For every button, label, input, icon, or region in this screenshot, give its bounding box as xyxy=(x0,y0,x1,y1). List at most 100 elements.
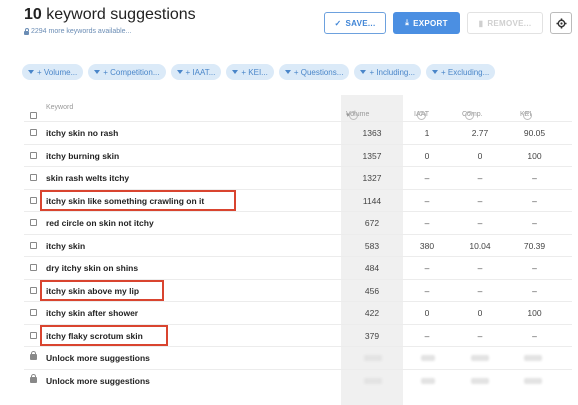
table-row[interactable]: skin rash welts itchy 1327 – – – xyxy=(24,166,572,189)
comp-cell: 0 xyxy=(477,150,483,161)
keyword-cell[interactable]: red circle on skin not itchy xyxy=(46,218,154,228)
kei-cell: – xyxy=(532,173,537,183)
table-row[interactable]: itchy skin 583 380 10.04 70.39 xyxy=(24,233,572,257)
help-icon[interactable]: ? xyxy=(465,111,474,120)
check-icon: ✓ xyxy=(334,18,342,28)
remove-button[interactable]: ▮ REMOVE... xyxy=(467,12,543,34)
row-checkbox[interactable] xyxy=(30,129,37,136)
iaat-cell: – xyxy=(424,195,430,206)
unlock-label[interactable]: Unlock more suggestions xyxy=(46,376,150,386)
row-checkbox[interactable] xyxy=(30,241,37,249)
blurred-value xyxy=(471,355,489,361)
kei-cell: 70.39 xyxy=(523,240,546,251)
comp-cell: – xyxy=(477,173,483,183)
settings-button[interactable] xyxy=(550,12,572,34)
lock-icon xyxy=(24,27,29,35)
keyword-cell[interactable]: itchy burning skin xyxy=(46,151,119,161)
table-row[interactable]: itchy flaky scrotum skin 379– – – xyxy=(24,323,572,347)
filter-excluding[interactable]: + Excluding... xyxy=(426,64,496,80)
row-checkbox[interactable] xyxy=(30,331,37,339)
keyword-cell[interactable]: itchy skin no rash xyxy=(46,128,118,138)
more-keywords-link[interactable]: 2294 more keywords available... xyxy=(24,27,132,35)
row-checkbox[interactable] xyxy=(30,174,37,181)
filter-including[interactable]: + Including... xyxy=(354,64,422,80)
blurred-value xyxy=(471,377,489,384)
iaat-cell: – xyxy=(424,218,430,228)
help-icon[interactable]: ? xyxy=(349,111,358,120)
save-button[interactable]: ✓ SAVE... xyxy=(324,12,386,34)
row-checkbox[interactable] xyxy=(30,219,37,226)
row-checkbox[interactable] xyxy=(30,196,37,204)
table-row[interactable]: itchy skin like something crawling on it… xyxy=(24,188,572,212)
table-row[interactable]: itchy burning skin 1357 0 0 100 xyxy=(24,143,572,167)
highlight-box xyxy=(40,279,164,301)
unlock-label[interactable]: Unlock more suggestions xyxy=(46,353,150,363)
volume-cell: 1357 xyxy=(362,150,382,161)
comp-cell: 2.77 xyxy=(471,128,489,138)
volume-cell: 1363 xyxy=(362,128,382,138)
keyword-cell[interactable]: itchy skin xyxy=(46,241,85,251)
keyword-cell[interactable]: itchy skin after shower xyxy=(46,308,138,318)
row-checkbox[interactable] xyxy=(30,309,37,316)
filter-label: + Questions... xyxy=(293,67,344,77)
help-icon[interactable]: ? xyxy=(523,111,532,120)
volume-cell: 672 xyxy=(364,218,380,228)
funnel-icon xyxy=(284,70,291,74)
row-checkbox[interactable] xyxy=(30,264,37,271)
locked-row[interactable]: Unlock more suggestions xyxy=(24,346,572,369)
table-row[interactable]: red circle on skin not itchy 672 – – – xyxy=(24,211,572,234)
kei-cell: 100 xyxy=(527,308,542,318)
table-row[interactable]: dry itchy skin on shins 484 – – – xyxy=(24,256,572,279)
filter-label: + KEI... xyxy=(241,67,268,77)
filter-kei[interactable]: + KEI... xyxy=(226,64,274,80)
volume-cell: 456 xyxy=(364,285,380,296)
more-keywords-text: 2294 more keywords available... xyxy=(31,28,132,35)
comp-cell: – xyxy=(477,285,483,296)
funnel-icon xyxy=(28,70,34,74)
funnel-icon xyxy=(360,70,367,74)
filter-label: + Excluding... xyxy=(441,67,490,77)
blurred-value xyxy=(421,377,435,384)
filter-questions[interactable]: + Questions... xyxy=(278,64,350,80)
kei-cell: 100 xyxy=(527,150,542,161)
lock-icon xyxy=(30,351,37,360)
iaat-cell: – xyxy=(424,173,430,183)
row-checkbox[interactable] xyxy=(30,286,37,294)
volume-cell: 1144 xyxy=(362,195,382,206)
table-header: Keyword ▾ Volume? IAAT? Comp.? KEI? xyxy=(24,97,572,121)
filter-label: + Including... xyxy=(369,67,416,77)
export-button[interactable]: ⤓ EXPORT xyxy=(393,12,460,34)
filter-competition[interactable]: + Competition... xyxy=(88,64,166,80)
gear-icon xyxy=(555,17,567,29)
table-row[interactable]: itchy skin no rash 1363 1 2.77 90.05 xyxy=(24,121,572,144)
comp-cell: – xyxy=(477,195,483,206)
locked-row[interactable]: Unlock more suggestions xyxy=(24,368,572,392)
column-keyword[interactable]: Keyword xyxy=(46,104,73,111)
iaat-cell: 380 xyxy=(419,240,435,251)
kei-cell: – xyxy=(532,218,537,228)
funnel-icon xyxy=(232,70,239,74)
iaat-cell: 0 xyxy=(424,308,430,318)
lock-icon xyxy=(30,373,37,383)
title-text: keyword suggestions xyxy=(46,6,196,23)
filter-iaat[interactable]: + IAAT... xyxy=(170,64,222,80)
filter-label: + IAAT... xyxy=(185,67,216,77)
filter-label: + Competition... xyxy=(103,67,160,77)
kei-cell: – xyxy=(532,285,537,296)
keyword-cell[interactable]: skin rash welts itchy xyxy=(46,173,129,183)
row-checkbox[interactable] xyxy=(30,151,37,159)
volume-cell: 422 xyxy=(364,308,380,318)
funnel-icon xyxy=(94,70,101,74)
comp-cell: 0 xyxy=(477,308,483,318)
filter-label: + Volume... xyxy=(37,67,78,77)
comp-cell: – xyxy=(477,263,483,273)
table-row[interactable]: itchy skin after shower 422 0 0 100 xyxy=(24,301,572,324)
table-row[interactable]: itchy skin above my lip 456– – – xyxy=(24,278,572,302)
keyword-cell[interactable]: dry itchy skin on shins xyxy=(46,263,138,273)
filter-volume[interactable]: + Volume... xyxy=(22,64,84,80)
highlight-box xyxy=(40,324,168,346)
filter-bar: + Volume... + Competition... + IAAT... +… xyxy=(22,64,574,82)
blurred-value xyxy=(421,355,435,361)
help-icon[interactable]: ? xyxy=(417,111,426,120)
volume-cell: 583 xyxy=(364,240,380,251)
